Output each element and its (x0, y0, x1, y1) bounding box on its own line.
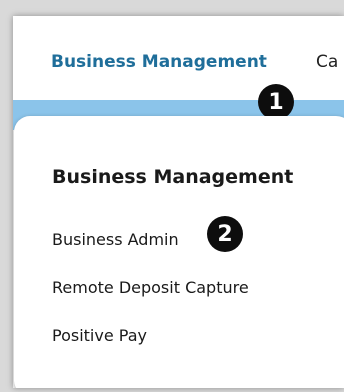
business-management-dropdown: Business Management Business Admin Remot… (14, 116, 344, 388)
menu-item-remote-deposit-capture[interactable]: Remote Deposit Capture (52, 278, 249, 297)
app-window: Business Management Ca 1 Business Manage… (13, 16, 344, 388)
menu-item-positive-pay[interactable]: Positive Pay (52, 326, 147, 345)
callout-badge-1: 1 (258, 84, 294, 120)
nav-tab-next-truncated[interactable]: Ca (316, 52, 338, 72)
nav-tab-business-management[interactable]: Business Management (51, 52, 267, 72)
menu-item-business-admin[interactable]: Business Admin (52, 230, 179, 249)
top-navigation-bar: Business Management Ca (13, 16, 344, 100)
callout-badge-2: 2 (207, 216, 243, 252)
dropdown-title: Business Management (52, 166, 294, 188)
screenshot-frame: Business Management Ca 1 Business Manage… (0, 0, 344, 392)
